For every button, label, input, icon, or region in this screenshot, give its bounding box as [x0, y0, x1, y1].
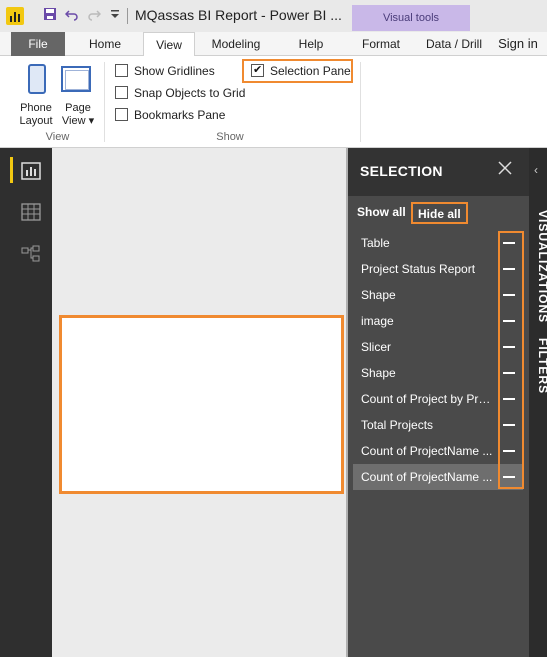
visual-tools-context-label: Visual tools — [352, 5, 470, 31]
layer-name: Table — [361, 236, 390, 250]
tab-modeling[interactable]: Modeling — [200, 32, 272, 56]
checkbox-icon — [115, 64, 128, 77]
layer-name: Count of ProjectName ... — [361, 444, 493, 458]
redo-icon[interactable] — [86, 7, 102, 23]
layer-name: Slicer — [361, 340, 392, 354]
title-separator — [127, 8, 128, 24]
page-view-icon — [61, 66, 91, 92]
window-title: MQassas BI Report - Power BI ... — [135, 7, 342, 23]
relationships-view-icon[interactable] — [21, 245, 41, 263]
tab-file[interactable]: File — [11, 32, 65, 56]
active-indicator — [10, 157, 13, 183]
close-icon[interactable] — [496, 160, 514, 178]
phone-layout-label: Phone Layout — [19, 102, 53, 127]
page-view-button[interactable]: Page View ▾ — [58, 60, 98, 130]
group-separator — [104, 62, 105, 142]
selection-pane-checkbox[interactable]: Selection Pane — [251, 63, 351, 80]
layer-name: Count of Project by Pro... — [361, 392, 495, 406]
phone-layout-button[interactable]: Phone Layout — [16, 60, 56, 130]
tab-format[interactable]: Format — [352, 32, 410, 56]
layer-name: Total Projects — [361, 418, 434, 432]
visibility-toggles-highlight — [498, 231, 524, 489]
show-gridlines-checkbox[interactable]: Show Gridlines — [115, 64, 235, 80]
view-group-label: View — [45, 131, 70, 143]
show-all-button[interactable]: Show all — [357, 205, 406, 219]
layer-name: Project Status Report — [361, 262, 476, 276]
filters-pane-tab[interactable]: FILTERS — [536, 338, 547, 394]
snap-to-grid-checkbox[interactable]: Snap Objects to Grid — [115, 86, 245, 102]
selection-pane-title: SELECTION — [360, 163, 443, 179]
sign-in-link[interactable]: Sign in — [494, 32, 542, 56]
powerbi-icon — [6, 7, 24, 25]
bookmarks-pane-checkbox[interactable]: Bookmarks Pane — [115, 108, 225, 124]
ribbon-tab-bar: File Home View Modeling Help Format Data… — [0, 32, 547, 57]
save-icon[interactable] — [42, 7, 58, 23]
tab-home[interactable]: Home — [78, 32, 132, 56]
group-separator — [360, 62, 361, 142]
page-view-label: Page View ▾ — [61, 102, 95, 127]
ribbon-panel: Phone Layout Page View ▾ View Show Gridl… — [0, 56, 547, 148]
layer-name: Count of ProjectName ... — [361, 470, 493, 484]
layer-name: image — [361, 314, 394, 328]
visualizations-pane-tab[interactable]: VISUALIZATIONS — [536, 210, 547, 323]
selected-visual[interactable] — [59, 315, 344, 494]
hide-all-button[interactable]: Hide all — [411, 202, 468, 224]
checkbox-icon — [115, 86, 128, 99]
report-view-icon[interactable] — [21, 162, 41, 180]
customize-dropdown-icon[interactable] — [107, 7, 123, 23]
tab-data-drill[interactable]: Data / Drill — [418, 32, 490, 56]
phone-icon — [28, 64, 46, 94]
checkmark-icon — [251, 63, 264, 77]
layer-name: Shape — [361, 288, 396, 302]
left-nav — [0, 148, 52, 657]
undo-icon[interactable] — [64, 7, 80, 23]
tab-help[interactable]: Help — [285, 32, 337, 56]
data-view-icon[interactable] — [21, 203, 41, 221]
checkbox-icon — [115, 108, 128, 121]
show-group-label: Show — [216, 131, 244, 143]
tab-view[interactable]: View — [143, 32, 195, 57]
chevron-left-icon[interactable]: ‹ — [534, 163, 538, 177]
layer-name: Shape — [361, 366, 396, 380]
